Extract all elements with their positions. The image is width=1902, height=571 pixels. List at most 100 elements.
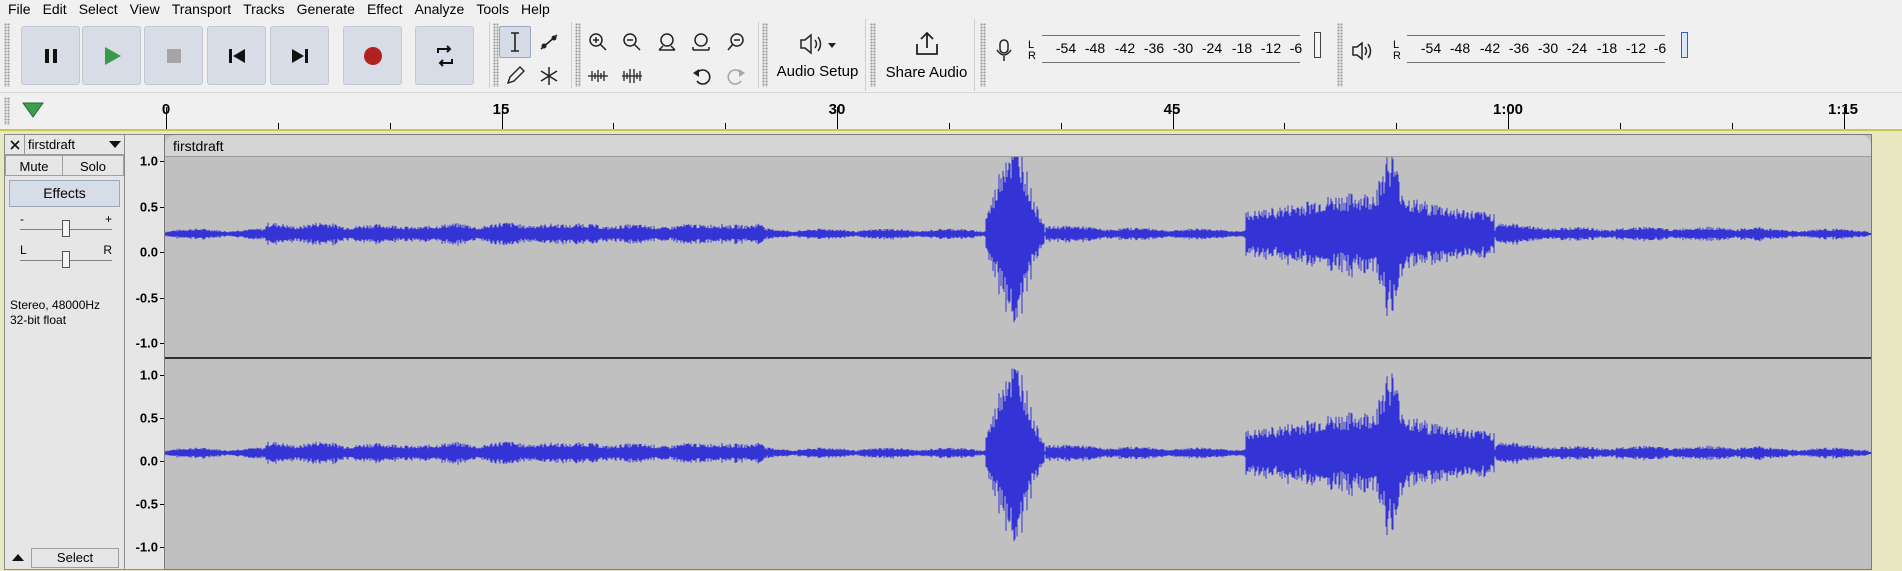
ruler-label: 15: [492, 101, 510, 118]
vertical-amplitude-ruler[interactable]: 1.0 0.5 0.0 -0.5 -1.0 1.0 0.5 0.0 -0.5 -1.0: [125, 134, 164, 570]
fit-project-button[interactable]: [685, 26, 717, 58]
fit-selection-icon: [658, 33, 676, 51]
audio-setup-button[interactable]: Audio Setup: [770, 19, 866, 91]
waveform-display[interactable]: [165, 135, 1871, 569]
share-audio-button[interactable]: Share Audio: [879, 19, 975, 91]
collapse-track-button[interactable]: [8, 548, 30, 568]
pause-button[interactable]: [21, 26, 80, 85]
meter-scale-label: -12: [1260, 40, 1282, 56]
clip-header[interactable]: firstdraft: [165, 135, 1871, 157]
ruler-grip: [4, 97, 10, 125]
pan-left-label: L: [20, 243, 27, 257]
loop-button[interactable]: [415, 26, 474, 85]
amplitude-label: 0.0: [139, 244, 158, 260]
amplitude-label: -0.5: [135, 496, 158, 512]
toolbar-grip[interactable]: [762, 23, 768, 87]
silence-audio-button[interactable]: [616, 60, 648, 92]
track-format-bits: 32-bit float: [10, 313, 67, 327]
menu-select[interactable]: Select: [73, 0, 124, 19]
toolbar-grip[interactable]: [1337, 23, 1343, 87]
waveform-channel: [165, 149, 1871, 323]
track-menu-button[interactable]: [106, 135, 124, 154]
trim-audio-button[interactable]: [582, 60, 614, 92]
recording-meter-scale: -54 -48 -42 -36 -30 -24 -18 -12 -6: [990, 27, 1330, 67]
toolbar-grip[interactable]: [4, 23, 10, 87]
play-head-triangle-icon[interactable]: [21, 100, 45, 122]
audio-setup-label: Audio Setup: [776, 62, 859, 80]
amplitude-label: 1.0: [139, 367, 158, 383]
triangle-down-icon: [109, 140, 121, 148]
amplitude-label: 0.0: [139, 453, 158, 469]
skip-to-end-button[interactable]: [270, 26, 329, 85]
playback-meter[interactable]: L R -54 -48 -42 -36 -30 -24 -18 -12 -6: [1347, 27, 1688, 87]
recording-meter[interactable]: L R -54 -48 -42 -36 -30 -24 -18 -12 -6: [990, 27, 1330, 87]
menu-effect[interactable]: Effect: [361, 0, 409, 19]
meter-scale-label: -6: [1653, 40, 1667, 56]
toolbar-grip[interactable]: [575, 23, 581, 87]
menu-analyze[interactable]: Analyze: [409, 0, 471, 19]
effects-button[interactable]: Effects: [9, 180, 120, 207]
fit-selection-button[interactable]: [651, 26, 683, 58]
envelope-tool-button[interactable]: [533, 26, 565, 58]
ruler-label: 45: [1163, 101, 1181, 118]
menu-help[interactable]: Help: [515, 0, 556, 19]
mute-button[interactable]: Mute: [5, 155, 63, 176]
zoom-toggle-button[interactable]: [720, 26, 752, 58]
pencil-icon: [506, 66, 525, 85]
menu-view[interactable]: View: [124, 0, 166, 19]
menu-file[interactable]: File: [0, 0, 37, 19]
skip-to-start-button[interactable]: [207, 26, 266, 85]
envelope-icon: [540, 34, 558, 50]
waveform-channel: [165, 368, 1871, 542]
amplitude-label: -0.5: [135, 290, 158, 305]
waveform-peaks: [165, 368, 1869, 542]
gain-slider-thumb[interactable]: [62, 220, 70, 237]
play-button[interactable]: [82, 26, 141, 85]
undo-button[interactable]: [686, 60, 718, 92]
meter-scale-label: -48: [1084, 40, 1106, 56]
silence-icon: [622, 69, 642, 83]
zoom-in-icon: [589, 33, 607, 51]
pan-slider[interactable]: L R: [20, 243, 112, 269]
ruler-label: 1:15: [1827, 101, 1859, 118]
play-icon: [104, 46, 121, 65]
toolbar-grip[interactable]: [980, 23, 986, 87]
menu-tools[interactable]: Tools: [470, 0, 515, 19]
menu-edit[interactable]: Edit: [37, 0, 73, 19]
menu-tracks[interactable]: Tracks: [237, 0, 290, 19]
ruler-label: 1:00: [1492, 101, 1524, 118]
stop-button[interactable]: [144, 26, 203, 85]
draw-tool-button[interactable]: [499, 60, 531, 92]
timeline-ruler[interactable]: 0 15 30 45 1:00 1:15: [0, 92, 1902, 129]
gain-slider[interactable]: - +: [20, 212, 112, 238]
playback-level-slider-thumb[interactable]: [1681, 32, 1688, 58]
speaker-icon: [799, 32, 836, 55]
solo-button[interactable]: Solo: [62, 155, 124, 176]
amplitude-label: 1.0: [139, 153, 158, 169]
close-track-button[interactable]: [5, 135, 25, 154]
pan-slider-thumb[interactable]: [62, 251, 70, 268]
skip-to-end-icon: [291, 48, 308, 63]
track-right-margin: [1872, 134, 1898, 570]
recording-level-slider-thumb[interactable]: [1314, 32, 1321, 58]
multi-tool-button[interactable]: [533, 60, 565, 92]
track-name-menu[interactable]: firstdraft: [25, 135, 106, 154]
select-track-button[interactable]: Select: [31, 548, 119, 568]
meter-scale-label: -36: [1508, 40, 1530, 56]
zoom-out-button[interactable]: [616, 26, 648, 58]
gain-minus-label: -: [20, 212, 24, 226]
record-button[interactable]: [343, 26, 402, 85]
waveform-peaks: [165, 149, 1869, 323]
toolbar-grip[interactable]: [870, 23, 876, 87]
menu-generate[interactable]: Generate: [291, 0, 361, 19]
amplitude-label: -1.0: [135, 335, 158, 351]
playback-meter-scale: -54 -48 -42 -36 -30 -24 -18 -12 -6: [1347, 27, 1687, 67]
meter-scale-label: -30: [1172, 40, 1194, 56]
share-icon: [915, 31, 938, 55]
menu-transport[interactable]: Transport: [166, 0, 237, 19]
selection-tool-button[interactable]: [499, 26, 531, 58]
track-control-panel[interactable]: firstdraft Mute Solo Effects - + L R Ste…: [4, 134, 125, 570]
audio-clip[interactable]: firstdraft: [164, 134, 1872, 570]
asterisk-icon: [540, 67, 558, 85]
zoom-in-button[interactable]: [582, 26, 614, 58]
